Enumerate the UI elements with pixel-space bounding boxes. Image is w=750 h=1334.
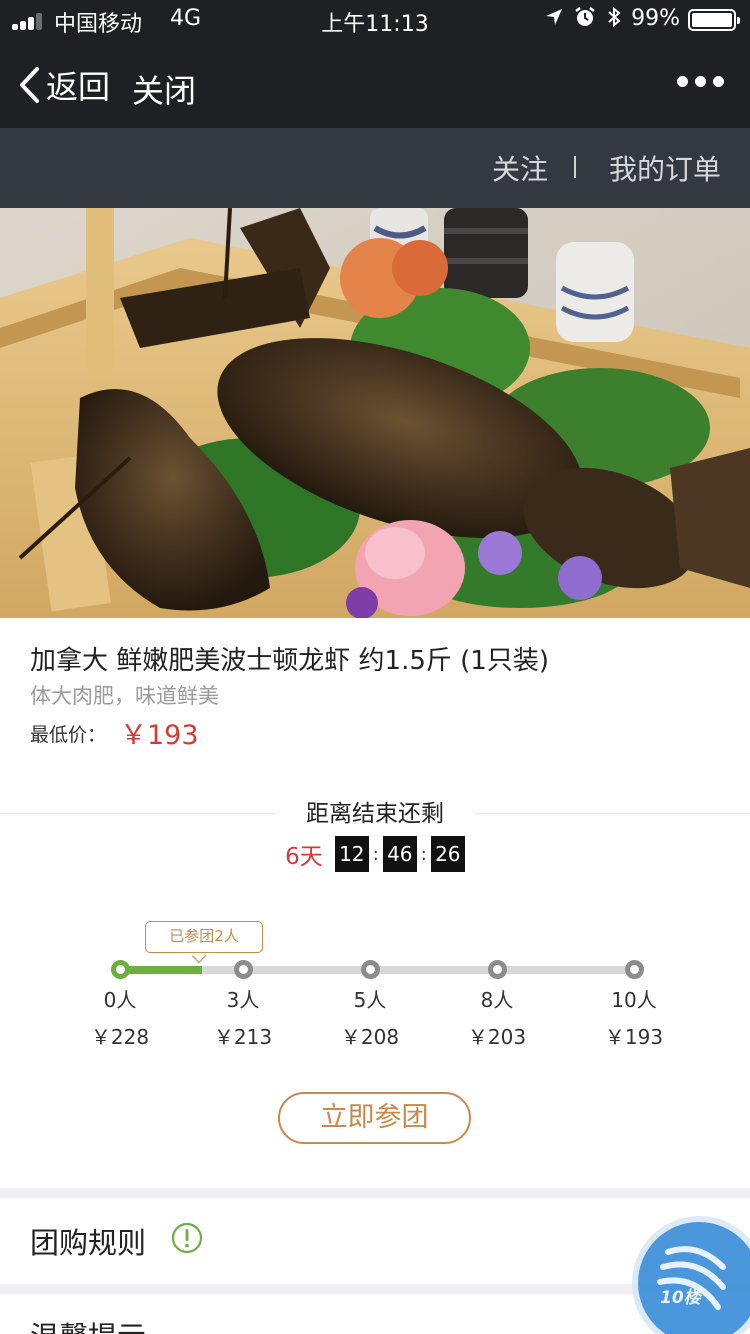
floating-badge[interactable]: [638, 1222, 750, 1334]
countdown-seconds: 26: [430, 836, 465, 872]
tier-people: 8人: [480, 988, 514, 1012]
progress-fill: [120, 966, 202, 974]
sub-header: 关注 我的订单: [0, 128, 750, 208]
tier-item: 0人 ￥228: [65, 984, 175, 1050]
tier-item: 3人 ￥213: [188, 984, 298, 1050]
tier-price: ￥228: [90, 1025, 150, 1049]
info-icon[interactable]: [171, 1222, 203, 1254]
countdown-minutes: 46: [382, 836, 417, 872]
location-arrow-icon: [546, 9, 562, 25]
tier-people: 10人: [611, 988, 657, 1012]
group-progress: 已参团2人 0人 ￥228 3人 ￥213 5人 ￥208 8人 ￥203 10人 ￥193: [0, 920, 750, 1060]
tips-title: 温馨提示: [30, 1314, 146, 1334]
progress-node: [488, 960, 507, 979]
battery-percent: 99%: [631, 6, 680, 31]
back-button[interactable]: 返回: [18, 62, 110, 108]
status-bar: 中国移动 4G 上午11:13 99%: [0, 0, 750, 40]
back-label: 返回: [46, 68, 111, 106]
tier-people: 3人: [226, 988, 260, 1012]
page: 中国移动 4G 上午11:13 99% 返回 关闭 关注 我的订单 加拿大 鲜嫩…: [0, 0, 750, 1334]
status-icons: [544, 6, 622, 28]
chevron-left-icon: [20, 67, 39, 103]
tier-price: ￥203: [467, 1025, 527, 1049]
tier-price: ￥208: [340, 1025, 400, 1049]
tier-people: 0人: [103, 988, 137, 1012]
tier-price: ￥213: [213, 1025, 273, 1049]
my-orders-link[interactable]: 我的订单: [609, 148, 721, 188]
close-button[interactable]: 关闭: [132, 66, 196, 112]
progress-node: [111, 960, 130, 979]
section-gap: [0, 1188, 750, 1198]
min-price-value: ￥193: [120, 720, 199, 751]
product-info: 加拿大 鲜嫩肥美波士顿龙虾 约1.5斤 (1只装) 体大肉肥，味道鲜美 最低价：…: [0, 618, 750, 768]
tier-item: 5人 ￥208: [315, 984, 425, 1050]
network-logo-icon: [657, 1246, 726, 1310]
product-title: 加拿大 鲜嫩肥美波士顿龙虾 约1.5斤 (1只装): [30, 646, 549, 676]
progress-node: [625, 960, 644, 979]
divider: [574, 156, 576, 178]
join-group-button[interactable]: 立即参团: [278, 1092, 471, 1144]
bluetooth-icon: [608, 6, 621, 28]
joined-count-bubble: 已参团2人: [145, 921, 263, 953]
battery-icon: [688, 9, 740, 31]
tier-price: ￥193: [604, 1025, 664, 1049]
tier-people: 5人: [353, 988, 387, 1012]
colon: :: [420, 843, 427, 865]
follow-link[interactable]: 关注: [492, 148, 548, 188]
nav-bar: 返回 关闭: [0, 40, 750, 128]
countdown-timer: 6天 12 : 46 : 26: [0, 836, 750, 872]
alarm-icon: [575, 7, 595, 26]
group-rules-title: 团购规则: [30, 1226, 147, 1260]
countdown-title: 距离结束还剩: [275, 794, 475, 828]
badge-text: 10楼: [660, 1288, 701, 1308]
tier-item: 10人 ￥193: [579, 984, 689, 1050]
min-price-label: 最低价：: [30, 724, 107, 746]
countdown-hours: 12: [334, 836, 369, 872]
more-options-icon[interactable]: [677, 76, 724, 87]
progress-node: [234, 960, 253, 979]
colon: :: [372, 843, 379, 865]
product-image: [0, 208, 750, 618]
countdown-days: 6天: [285, 844, 323, 870]
product-subtitle: 体大肉肥，味道鲜美: [30, 684, 219, 708]
progress-node: [361, 960, 380, 979]
tier-item: 8人 ￥203: [442, 984, 552, 1050]
